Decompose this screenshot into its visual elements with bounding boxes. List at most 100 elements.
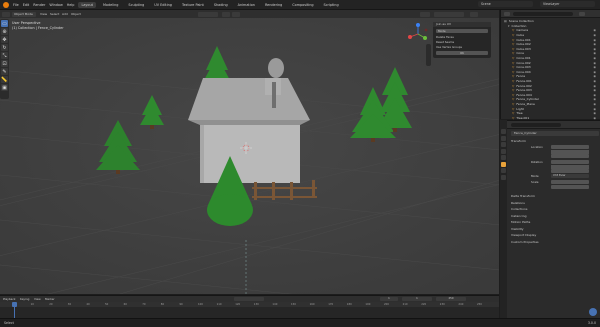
filter-icon[interactable] bbox=[579, 11, 585, 16]
output-tab-icon[interactable] bbox=[501, 142, 506, 147]
timeline-ruler[interactable]: 0102030405060708090100110120130140150160… bbox=[0, 302, 499, 307]
tab-scripting[interactable]: Scripting bbox=[321, 2, 342, 8]
visibility-eye-icon[interactable]: ◉ bbox=[593, 84, 596, 88]
scene-tab-icon[interactable] bbox=[501, 148, 506, 154]
outliner-search-input[interactable] bbox=[513, 11, 573, 16]
object-name-field[interactable]: Fence_Cylinder bbox=[511, 131, 599, 136]
visibility-eye-icon[interactable]: ◉ bbox=[593, 88, 596, 92]
playback-controls[interactable] bbox=[234, 297, 264, 301]
menu-file[interactable]: File bbox=[13, 3, 19, 7]
select-menu[interactable]: Select bbox=[50, 12, 59, 16]
playback-menu[interactable]: Playback bbox=[3, 297, 15, 301]
rotation-y-field[interactable] bbox=[551, 164, 589, 169]
section-custom-properties[interactable]: Custom Properties bbox=[511, 239, 599, 246]
render-tab-icon[interactable] bbox=[501, 135, 506, 141]
proportional-edit-icon[interactable] bbox=[232, 11, 240, 17]
visibility-eye-icon[interactable]: ◉ bbox=[593, 47, 596, 51]
visibility-eye-icon[interactable]: ◉ bbox=[593, 51, 596, 55]
timeline-view-menu[interactable]: View bbox=[34, 297, 41, 301]
world-tab-icon[interactable] bbox=[501, 155, 506, 160]
tab-layout[interactable]: Layout bbox=[78, 1, 96, 8]
section-transform[interactable]: Transform bbox=[511, 139, 599, 143]
visibility-eye-icon[interactable]: ◉ bbox=[593, 28, 596, 32]
mode-dropdown[interactable]: Object Mode bbox=[12, 11, 36, 17]
visibility-eye-icon[interactable]: ◉ bbox=[593, 65, 596, 69]
visibility-eye-icon[interactable]: ◉ bbox=[593, 93, 596, 97]
visibility-eye-icon[interactable]: ◉ bbox=[593, 70, 596, 74]
operator-ok-button[interactable]: OK bbox=[436, 51, 488, 55]
scene-selector[interactable]: Scene bbox=[478, 1, 533, 7]
visibility-eye-icon[interactable]: ◉ bbox=[593, 102, 596, 106]
scale-icon[interactable]: ⤡ bbox=[1, 52, 8, 59]
3d-viewport[interactable] bbox=[0, 18, 499, 294]
object-menu[interactable]: Object bbox=[71, 12, 81, 16]
modifier-tab-icon[interactable] bbox=[501, 168, 506, 173]
add-menu[interactable]: Add bbox=[62, 12, 68, 16]
start-frame-field[interactable]: 1 bbox=[402, 297, 432, 301]
cursor-icon[interactable]: ⊕ bbox=[1, 28, 8, 35]
view-menu[interactable]: View bbox=[40, 12, 47, 16]
snap-icon[interactable] bbox=[222, 11, 230, 17]
menu-window[interactable]: Window bbox=[49, 3, 62, 7]
visibility-eye-icon[interactable]: ◉ bbox=[593, 107, 596, 111]
blender-logo-icon[interactable] bbox=[3, 1, 9, 8]
transform-orientation[interactable] bbox=[198, 11, 218, 17]
navigation-gizmo[interactable] bbox=[406, 22, 430, 46]
location-x-field[interactable] bbox=[551, 145, 589, 149]
keying-menu[interactable]: Keying bbox=[20, 297, 29, 301]
rotation-mode-dropdown[interactable]: XYZ Euler bbox=[551, 174, 589, 178]
rotation-x-field[interactable] bbox=[551, 160, 589, 164]
visibility-eye-icon[interactable]: ◉ bbox=[593, 74, 596, 78]
visibility-eye-icon[interactable]: ◉ bbox=[593, 38, 596, 42]
operator-field-delete[interactable]: Delete Faces bbox=[436, 35, 488, 39]
gizmo-toggle-icon[interactable] bbox=[589, 308, 597, 316]
rotation-z-field[interactable] bbox=[551, 169, 589, 173]
tab-rendering[interactable]: Rendering bbox=[262, 2, 285, 8]
rotate-icon[interactable]: ↻ bbox=[1, 44, 8, 51]
visibility-eye-icon[interactable]: ◉ bbox=[593, 61, 596, 65]
current-frame-field[interactable]: 1 bbox=[380, 297, 398, 301]
visibility-eye-icon[interactable]: ◉ bbox=[593, 56, 596, 60]
display-mode-icon[interactable] bbox=[504, 11, 510, 16]
move-icon[interactable]: ✥ bbox=[1, 36, 8, 43]
properties-search-input[interactable] bbox=[511, 122, 561, 127]
operator-field-seams[interactable]: Reset Seams bbox=[436, 40, 488, 44]
viewport-nav-buttons[interactable] bbox=[426, 44, 431, 66]
operator-mode-field[interactable]: Mode bbox=[436, 29, 488, 33]
visibility-eye-icon[interactable]: ◉ bbox=[593, 79, 596, 83]
object-tab-icon[interactable] bbox=[501, 161, 506, 167]
location-y-field[interactable] bbox=[551, 149, 589, 154]
visibility-eye-icon[interactable]: ◉ bbox=[593, 97, 596, 101]
tab-sculpting[interactable]: Sculpting bbox=[125, 2, 147, 8]
end-frame-field[interactable]: 250 bbox=[436, 297, 466, 301]
tab-shading[interactable]: Shading bbox=[211, 2, 231, 8]
scale-y-field[interactable] bbox=[551, 184, 589, 189]
tab-uv-editing[interactable]: UV Editing bbox=[151, 2, 175, 8]
tab-texture-paint[interactable]: Texture Paint bbox=[179, 2, 207, 8]
overlays-icon[interactable] bbox=[420, 11, 430, 17]
measure-icon[interactable]: 📏 bbox=[1, 76, 8, 83]
operator-field-groups[interactable]: Use Vertex Groups bbox=[436, 45, 488, 49]
transform-icon[interactable]: ⊡ bbox=[1, 60, 8, 67]
visibility-eye-icon[interactable]: ◉ bbox=[593, 33, 596, 37]
xray-icon[interactable] bbox=[470, 11, 478, 17]
annotate-icon[interactable]: ✎ bbox=[1, 68, 8, 75]
add-cube-icon[interactable]: ▣ bbox=[1, 84, 8, 91]
material-tab-icon[interactable] bbox=[501, 174, 506, 180]
tool-tab-icon[interactable] bbox=[501, 129, 506, 134]
scale-x-field[interactable] bbox=[551, 180, 589, 184]
menu-help[interactable]: Help bbox=[67, 3, 75, 7]
tab-modeling[interactable]: Modeling bbox=[100, 2, 121, 8]
menu-edit[interactable]: Edit bbox=[23, 3, 30, 7]
visibility-eye-icon[interactable]: ◉ bbox=[593, 42, 596, 46]
shading-modes[interactable] bbox=[434, 11, 464, 17]
marker-menu[interactable]: Marker bbox=[45, 297, 55, 301]
visibility-eye-icon[interactable]: ◉ bbox=[593, 111, 596, 115]
tab-animation[interactable]: Animation bbox=[235, 2, 258, 8]
editor-type-icon[interactable] bbox=[2, 11, 10, 17]
operator-title[interactable]: Join as UV bbox=[433, 22, 491, 27]
view-layer-selector[interactable]: ViewLayer bbox=[540, 1, 595, 7]
menu-render[interactable]: Render bbox=[33, 3, 45, 7]
location-z-field[interactable] bbox=[551, 154, 589, 158]
select-box-icon[interactable]: ▭ bbox=[1, 20, 8, 27]
